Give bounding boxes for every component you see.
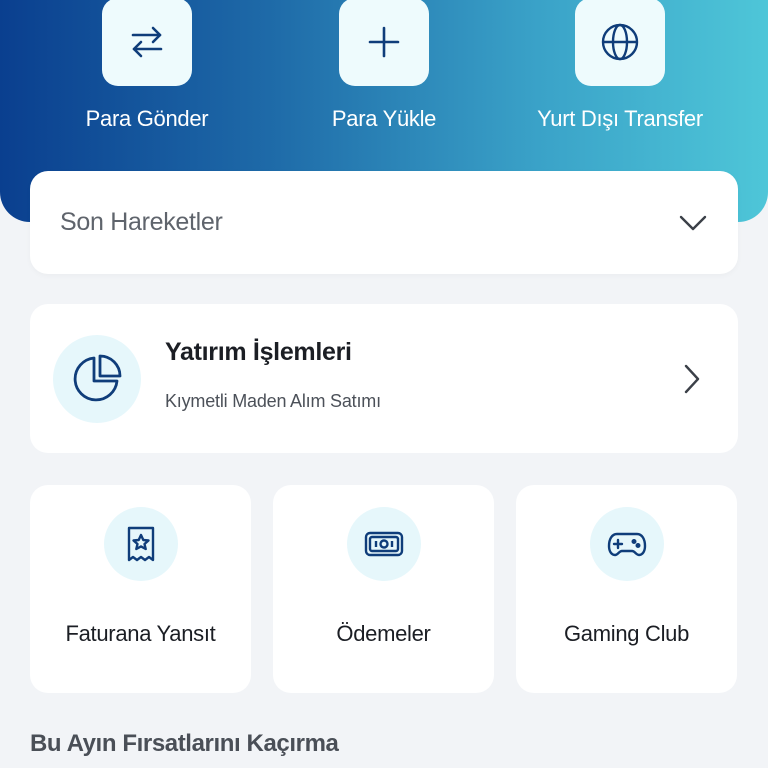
send-money-label: Para Gönder <box>85 106 209 131</box>
payments-label: Ödemeler <box>336 621 431 646</box>
quick-action-international-transfer[interactable]: Yurt Dışı Transfer <box>510 0 730 132</box>
recent-transactions-title: Son Hareketler <box>60 208 223 236</box>
bill-reflect-label: Faturana Yansıt <box>65 621 216 646</box>
international-transfer-button[interactable] <box>575 0 665 86</box>
swap-arrows-icon <box>131 26 163 58</box>
globe-icon <box>601 23 639 61</box>
tile-bill-reflect[interactable]: Faturana Yansıt <box>30 485 251 693</box>
investment-icon-wrap <box>53 334 141 423</box>
receipt-star-icon <box>127 526 154 562</box>
load-money-button[interactable] <box>339 0 429 86</box>
plus-icon <box>368 26 400 58</box>
gaming-club-label: Gaming Club <box>563 621 690 646</box>
load-money-label: Para Yükle <box>331 106 437 131</box>
quick-action-send-money[interactable]: Para Gönder <box>37 0 257 132</box>
investment-card[interactable]: Yatırım İşlemleri Kıymetli Maden Alım Sa… <box>30 304 738 453</box>
section-title-offers: Bu Ayın Fırsatlarını Kaçırma <box>30 730 339 757</box>
payments-icon-wrap <box>346 507 421 581</box>
send-money-button[interactable] <box>102 0 192 86</box>
pie-chart-icon <box>73 354 122 401</box>
chevron-down-icon[interactable] <box>678 213 708 233</box>
tile-payments[interactable]: Ödemeler <box>273 485 494 693</box>
quick-action-load-money[interactable]: Para Yükle <box>274 0 494 132</box>
investment-title: Yatırım İşlemleri <box>165 337 352 366</box>
gamepad-icon <box>607 532 646 557</box>
gaming-club-icon-wrap <box>589 507 664 581</box>
recent-transactions-card[interactable]: Son Hareketler <box>30 171 738 274</box>
bill-reflect-icon-wrap <box>103 507 178 581</box>
chevron-right-icon[interactable] <box>682 363 702 395</box>
banknote-icon <box>364 531 403 557</box>
tile-gaming-club[interactable]: Gaming Club <box>516 485 737 693</box>
international-transfer-label: Yurt Dışı Transfer <box>537 106 703 131</box>
investment-subtitle: Kıymetli Maden Alım Satımı <box>165 390 381 411</box>
